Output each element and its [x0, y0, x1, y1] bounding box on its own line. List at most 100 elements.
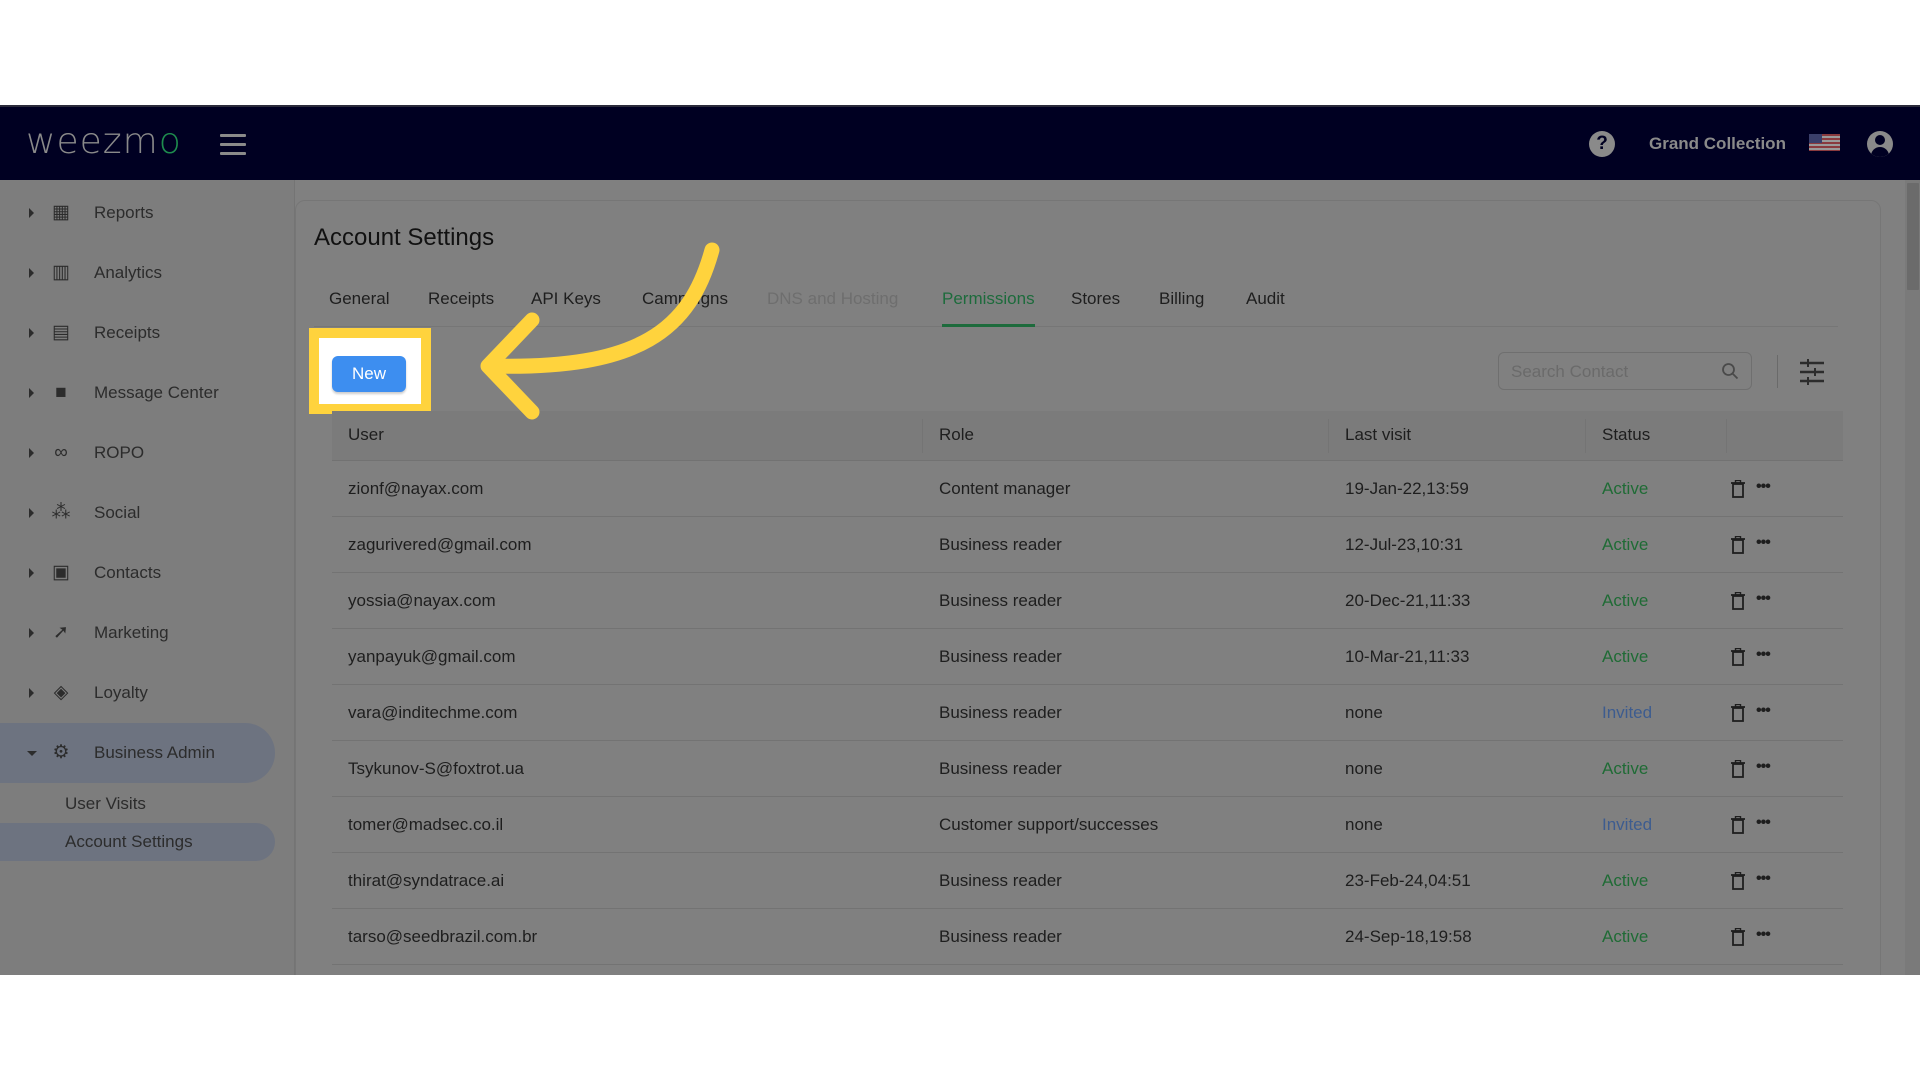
- sidebar-item-receipts[interactable]: ▤ Receipts: [0, 303, 275, 363]
- column-header-role[interactable]: Role: [939, 425, 974, 445]
- sidebar-item-reports[interactable]: ▦ Reports: [0, 183, 275, 243]
- logo-accent: o: [158, 121, 182, 162]
- sidebar-item-marketing[interactable]: ➚ Marketing: [0, 603, 275, 663]
- sidebar-item-label: Message Center: [94, 383, 219, 402]
- user-account-icon[interactable]: [1867, 131, 1893, 157]
- trash-icon[interactable]: [1731, 928, 1745, 946]
- trash-icon[interactable]: [1731, 480, 1745, 498]
- table-row[interactable]: zagurivered@gmail.com Business reader 12-J…: [332, 517, 1843, 573]
- column-settings-sliders-icon[interactable]: [1800, 359, 1824, 385]
- last-visit: none: [1345, 759, 1383, 778]
- sidebar-subitem-label: User Visits: [65, 794, 146, 813]
- sidebar-item-social[interactable]: ⁂ Social: [0, 483, 275, 543]
- user-role: Business reader: [939, 591, 1062, 610]
- user-email: zionf@nayax.com: [348, 479, 484, 498]
- trash-icon[interactable]: [1731, 872, 1745, 890]
- sidebar-item-business-admin[interactable]: ⚙ Business Admin: [0, 723, 275, 783]
- tab-audit[interactable]: Audit: [1246, 289, 1285, 327]
- column-separator: [922, 419, 923, 453]
- user-email: tarso@seedbrazil.com.br: [348, 927, 538, 946]
- help-icon[interactable]: ?: [1589, 131, 1615, 157]
- more-options-icon[interactable]: •••: [1756, 647, 1771, 663]
- user-role: Business reader: [939, 535, 1062, 554]
- sidebar-item-ropo[interactable]: ∞ ROPO: [0, 423, 275, 483]
- user-role: Business reader: [939, 759, 1062, 778]
- table-row[interactable]: thirat@syndatrace.ai Business reader 23-Fe…: [332, 853, 1843, 909]
- page-scrollbar[interactable]: [1905, 180, 1920, 975]
- trash-icon[interactable]: [1731, 760, 1745, 778]
- table-row[interactable]: Tsykunov-S@foxtrot.ua Business reader none…: [332, 741, 1843, 797]
- caret-right-icon: [29, 688, 34, 698]
- trash-icon[interactable]: [1731, 648, 1745, 666]
- tab-billing[interactable]: Billing: [1159, 289, 1204, 327]
- page-scrollbar-thumb[interactable]: [1907, 183, 1919, 290]
- tab-stores[interactable]: Stores: [1071, 289, 1120, 327]
- column-header-status[interactable]: Status: [1602, 425, 1650, 445]
- trash-icon[interactable]: [1731, 592, 1745, 610]
- chat-bubble-icon: ■: [55, 382, 67, 403]
- account-name[interactable]: Grand Collection: [1649, 134, 1786, 154]
- tab-permissions[interactable]: Permissions: [942, 289, 1035, 327]
- user-email: zagurivered@gmail.com: [348, 535, 532, 554]
- more-options-icon[interactable]: •••: [1756, 759, 1771, 775]
- status-badge: Active: [1602, 591, 1649, 610]
- table-row[interactable]: yanpayuk@gmail.com Business reader 10-Mar-…: [332, 629, 1843, 685]
- caret-right-icon: [29, 208, 34, 218]
- tab-receipts[interactable]: Receipts: [428, 289, 494, 327]
- user-role: Customer support/successes: [939, 815, 1159, 834]
- search-contact-input[interactable]: [1511, 361, 1711, 383]
- settings-tabs: General Receipts API Keys Campaigns DNS …: [314, 281, 1838, 327]
- tab-general[interactable]: General: [329, 289, 389, 327]
- table-row[interactable]: zionf@nayax.com Content manager 19-Jan-22,…: [332, 461, 1843, 517]
- status-badge: Active: [1602, 759, 1649, 778]
- sidebar-item-label: Receipts: [94, 323, 161, 342]
- more-options-icon[interactable]: •••: [1756, 591, 1771, 607]
- status-badge: Active: [1602, 927, 1649, 946]
- caret-right-icon: [29, 508, 34, 518]
- trash-icon[interactable]: [1731, 536, 1745, 554]
- more-options-icon[interactable]: •••: [1756, 479, 1771, 495]
- bar-chart-icon: ▥: [52, 262, 70, 283]
- sidebar-item-loyalty[interactable]: ◈ Loyalty: [0, 663, 275, 723]
- trash-icon[interactable]: [1731, 816, 1745, 834]
- sidebar-subitem-account-settings[interactable]: Account Settings: [0, 823, 275, 861]
- column-header-user[interactable]: User: [348, 425, 384, 445]
- table-row[interactable]: yossia@nayax.com Business reader 20-Dec-21…: [332, 573, 1843, 629]
- last-visit: 12-Jul-23,10:31: [1345, 535, 1464, 554]
- more-options-icon[interactable]: •••: [1756, 815, 1771, 831]
- us-flag-icon[interactable]: [1809, 134, 1840, 151]
- contact-card-icon: ▣: [52, 562, 70, 583]
- sidebar-item-analytics[interactable]: ▥ Analytics: [0, 243, 275, 303]
- tab-dns-and-hosting: DNS and Hosting: [767, 289, 899, 308]
- menu-icon[interactable]: [220, 134, 246, 156]
- status-badge: Active: [1602, 535, 1649, 554]
- table-row[interactable]: vara@inditechme.com Business reader none In…: [332, 685, 1843, 741]
- tab-campaigns[interactable]: Campaigns: [642, 289, 728, 327]
- table-body: zionf@nayax.com Content manager 19-Jan-22,…: [332, 461, 1843, 965]
- sidebar-item-message-center[interactable]: ■ Message Center: [0, 363, 275, 423]
- sidebar-item-label: Marketing: [94, 623, 169, 642]
- caret-right-icon: [29, 328, 34, 338]
- caret-right-icon: [29, 448, 34, 458]
- weezmo-logo[interactable]: weezmo: [26, 121, 182, 162]
- search-contact-field[interactable]: [1498, 352, 1752, 390]
- table-row[interactable]: tomer@madsec.co.il Customer support/succe…: [332, 797, 1843, 853]
- sidebar-item-label: Contacts: [94, 563, 162, 582]
- more-options-icon[interactable]: •••: [1756, 703, 1771, 719]
- more-options-icon[interactable]: •••: [1756, 927, 1771, 943]
- search-icon[interactable]: [1721, 362, 1739, 380]
- table-row[interactable]: tarso@seedbrazil.com.br Business reader 24…: [332, 909, 1843, 965]
- sidebar-subitem-user-visits[interactable]: User Visits: [0, 785, 275, 823]
- column-header-last-visit[interactable]: Last visit: [1345, 425, 1411, 445]
- tab-api-keys[interactable]: API Keys: [531, 289, 601, 327]
- sidebar-item-contacts[interactable]: ▣ Contacts: [0, 543, 275, 603]
- page-title: Account Settings: [314, 224, 495, 251]
- infinity-icon: ∞: [54, 442, 68, 463]
- table-header: User Role Last visit Status: [332, 411, 1843, 461]
- trash-icon[interactable]: [1731, 704, 1745, 722]
- last-visit: 24-Sep-18,19:58: [1345, 927, 1472, 946]
- more-options-icon[interactable]: •••: [1756, 871, 1771, 887]
- new-user-button[interactable]: New: [332, 356, 406, 392]
- receipt-icon: ▤: [52, 322, 70, 343]
- more-options-icon[interactable]: •••: [1756, 535, 1771, 551]
